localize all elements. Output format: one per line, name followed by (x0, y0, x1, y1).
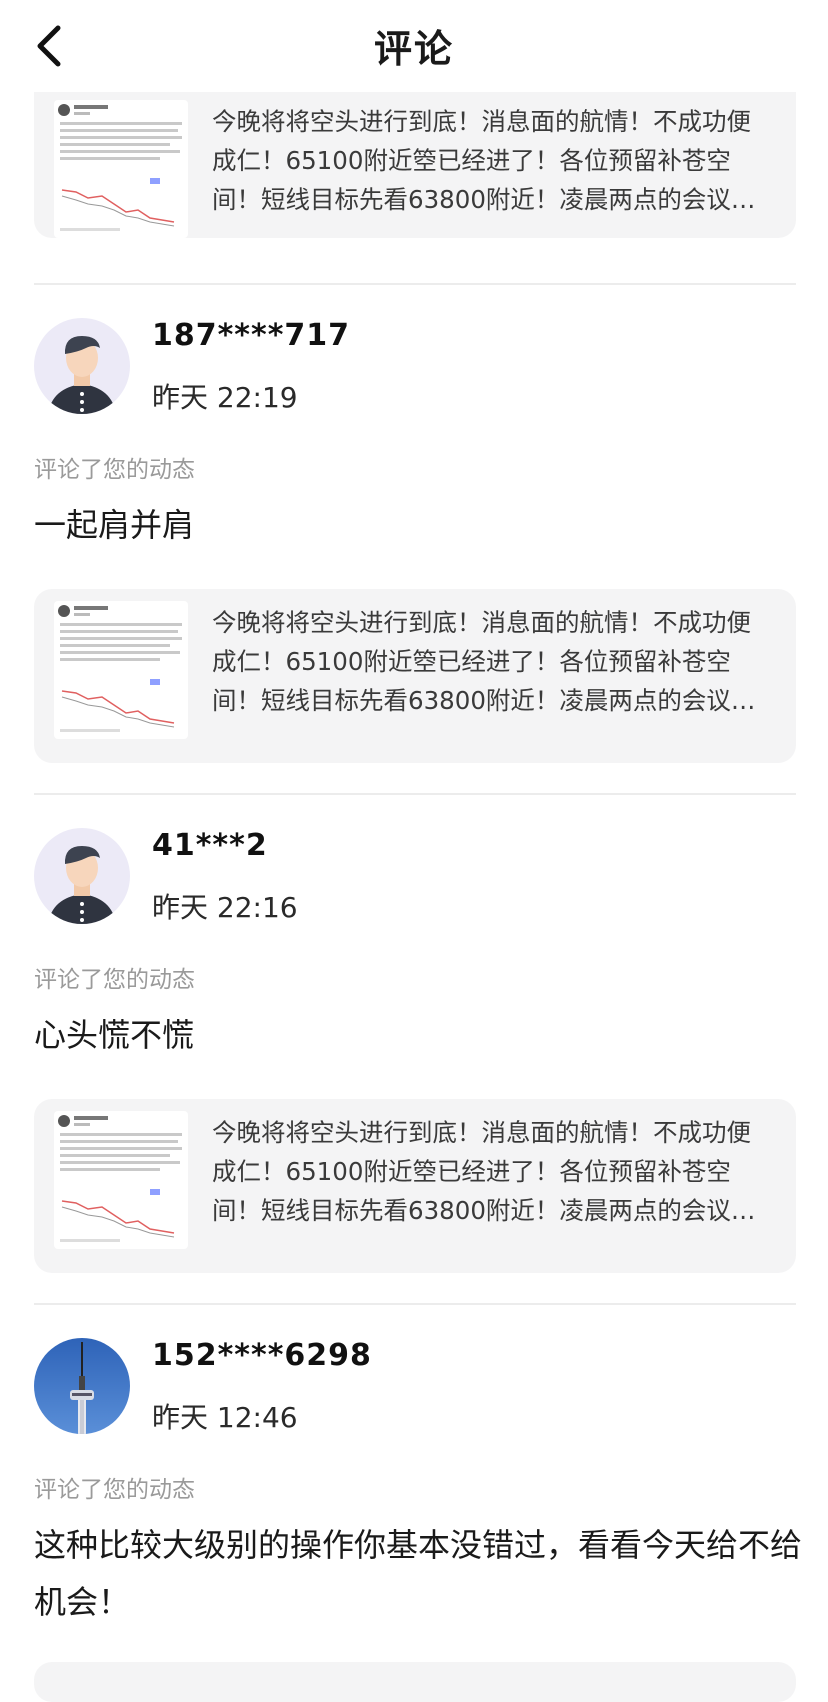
comment-username[interactable]: 187****717 (152, 318, 350, 353)
user-avatar[interactable] (34, 828, 130, 924)
default-user-avatar-icon (34, 828, 130, 924)
divider (34, 283, 796, 285)
post-preview-card[interactable]: 今晚将将空头进行到底！消息面的航情！不成功便成仁！65100附近箜已经进了！各位… (34, 1099, 796, 1273)
post-preview-text: 今晚将将空头进行到底！消息面的航情！不成功便成仁！65100附近箜已经进了！各位… (212, 608, 756, 715)
comment-action-label: 评论了您的动态 (34, 967, 195, 993)
comment-time: 昨天 22:16 (152, 891, 298, 924)
default-user-avatar-icon (34, 318, 130, 414)
comment-username[interactable]: 41***2 (152, 828, 268, 863)
post-preview-text: 今晚将将空头进行到底！消息面的航情！不成功便成仁！65100附近箜已经进了！各位… (212, 1118, 756, 1225)
comment-time: 昨天 12:46 (152, 1401, 298, 1434)
post-thumbnail (54, 601, 188, 739)
divider (34, 793, 796, 795)
comment-text: 这种比较大级别的操作你基本没错过，看看今天给不给机会！ (34, 1526, 803, 1621)
post-thumbnail (54, 100, 188, 238)
comment-action-label: 评论了您的动态 (34, 1477, 195, 1503)
user-avatar[interactable] (34, 318, 130, 414)
post-preview-text: 今晚将将空头进行到底！消息面的航情！不成功便成仁！65100附近箜已经进了！各位… (212, 107, 756, 214)
comment-username[interactable]: 152****6298 (152, 1338, 372, 1373)
comment-action-label: 评论了您的动态 (34, 457, 195, 483)
comment-text: 一起肩并肩 (34, 506, 195, 544)
divider (34, 1303, 796, 1305)
comment-time: 昨天 22:19 (152, 381, 298, 414)
post-preview-card[interactable]: 今晚将将空头进行到底！消息面的航情！不成功便成仁！65100附近箜已经进了！各位… (34, 589, 796, 763)
post-preview-card[interactable] (34, 1662, 796, 1702)
post-thumbnail (54, 1111, 188, 1249)
tower-photo-avatar-icon (34, 1338, 130, 1434)
page-title: 评论 (373, 27, 454, 71)
comment-text: 心头慌不慌 (34, 1016, 195, 1054)
top-nav-bar: 评论 (0, 0, 828, 92)
user-avatar[interactable] (34, 1338, 130, 1434)
